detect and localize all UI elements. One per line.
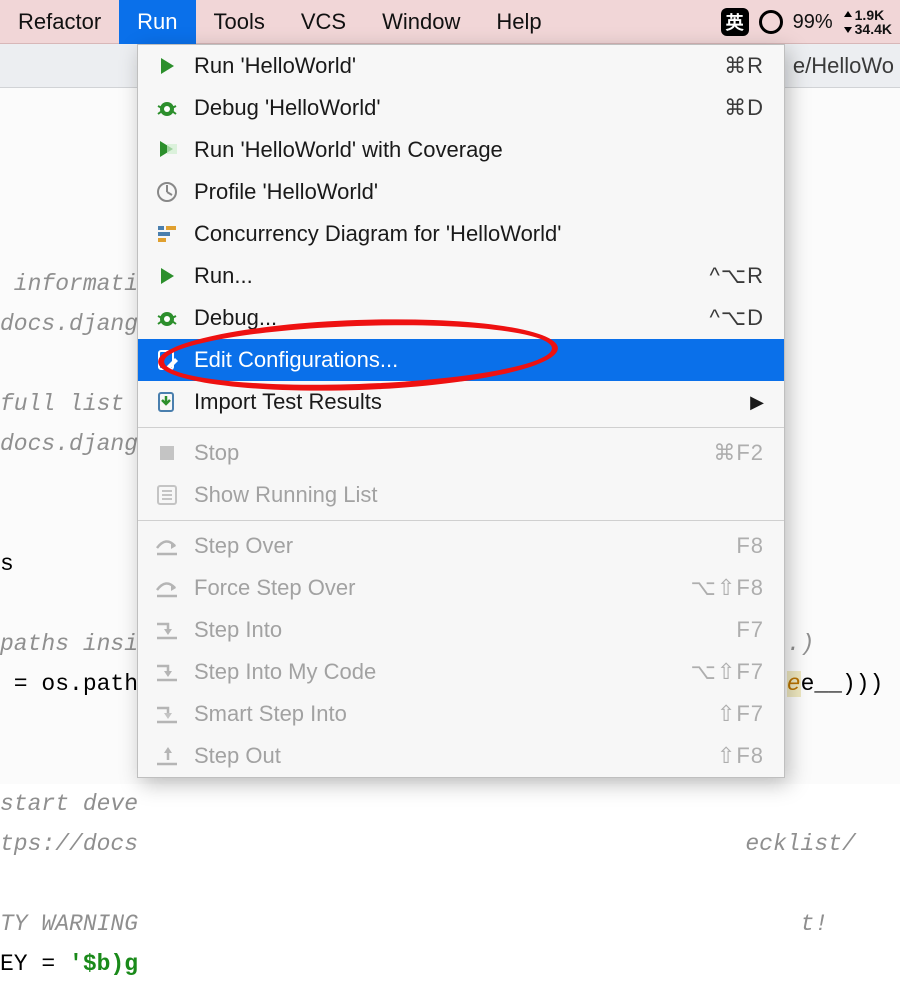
play-icon — [152, 261, 182, 291]
menu-shortcut: ⇧F8 — [717, 743, 764, 769]
editor-text: TY WARNING — [0, 911, 138, 937]
menu-item-run-helloworld-with-coverage[interactable]: Run 'HelloWorld' with Coverage — [138, 129, 784, 171]
menu-item-concurrency-diagram-for-helloworld[interactable]: Concurrency Diagram for 'HelloWorld' — [138, 213, 784, 255]
menu-item-label: Concurrency Diagram for 'HelloWorld' — [194, 221, 764, 247]
play-icon — [152, 51, 182, 81]
menu-shortcut: ^⌥D — [709, 305, 764, 331]
menu-item-label: Run 'HelloWorld' — [194, 53, 724, 79]
menu-shortcut: ⌘F2 — [713, 440, 764, 466]
menu-item-label: Debug 'HelloWorld' — [194, 95, 724, 121]
menu-item-step-into: Step IntoF7 — [138, 609, 784, 651]
editor-text: e__))) — [801, 671, 884, 697]
menu-item-label: Force Step Over — [194, 575, 691, 601]
editor-text: = os.path — [0, 671, 138, 697]
menu-item-force-step-over: Force Step Over⌥⇧F8 — [138, 567, 784, 609]
menu-item-label: Debug... — [194, 305, 709, 331]
editor-text: start deve — [0, 791, 138, 817]
submenu-arrow-icon: ▶ — [750, 392, 764, 413]
menu-separator — [138, 520, 784, 521]
menu-shortcut: ⌥⇧F7 — [691, 659, 764, 685]
editor-text: docs.djang — [0, 311, 138, 337]
menubar-item-vcs[interactable]: VCS — [283, 0, 364, 44]
bug-icon — [152, 303, 182, 333]
menu-item-label: Run... — [194, 263, 709, 289]
menu-item-label: Profile 'HelloWorld' — [194, 179, 764, 205]
menu-item-label: Step Into — [194, 617, 736, 643]
menu-item-label: Step Out — [194, 743, 717, 769]
menu-separator — [138, 427, 784, 428]
menu-item-profile-helloworld[interactable]: Profile 'HelloWorld' — [138, 171, 784, 213]
menu-shortcut: ^⌥R — [709, 263, 764, 289]
menubar-item-refactor[interactable]: Refactor — [0, 0, 119, 44]
menu-item-step-out: Step Out⇧F8 — [138, 735, 784, 777]
menubar-status: 英 99% 1.9K 34.4K — [721, 0, 892, 44]
import-icon — [152, 387, 182, 417]
stepinto-icon — [152, 657, 182, 687]
stepout-icon — [152, 741, 182, 771]
network-rates: 1.9K 34.4K — [843, 8, 892, 36]
run-menu-dropdown: Run 'HelloWorld'⌘RDebug 'HelloWorld'⌘DRu… — [137, 44, 785, 778]
menu-item-label: Smart Step Into — [194, 701, 717, 727]
smartstep-icon — [152, 699, 182, 729]
menu-shortcut: F8 — [736, 533, 764, 559]
menu-item-label: Step Over — [194, 533, 736, 559]
ime-icon[interactable]: 英 — [721, 8, 749, 36]
menu-item-edit-configurations[interactable]: Edit Configurations... — [138, 339, 784, 381]
editor-text: full list — [0, 391, 138, 417]
menu-item-label: Stop — [194, 440, 713, 466]
menu-item-show-running-list: Show Running List — [138, 474, 784, 516]
menu-item-smart-step-into: Smart Step Into⇧F7 — [138, 693, 784, 735]
stepover-icon — [152, 531, 182, 561]
editor-text: paths insi — [0, 631, 138, 657]
menu-item-label: Import Test Results — [194, 389, 750, 415]
battery-percentage: 99% — [793, 11, 833, 34]
menu-item-stop: Stop⌘F2 — [138, 432, 784, 474]
stepinto-icon — [152, 615, 182, 645]
menu-item-label: Step Into My Code — [194, 659, 691, 685]
menu-item-label: Run 'HelloWorld' with Coverage — [194, 137, 764, 163]
stepover-icon — [152, 573, 182, 603]
menu-item-run-helloworld[interactable]: Run 'HelloWorld'⌘R — [138, 45, 784, 87]
menubar-item-run[interactable]: Run — [119, 0, 195, 44]
editor-text: '$b)g — [69, 951, 138, 977]
profile-icon — [152, 177, 182, 207]
menu-item-label: Edit Configurations... — [194, 347, 764, 373]
menu-shortcut: ⌘D — [724, 95, 764, 121]
menubar-item-tools[interactable]: Tools — [196, 0, 283, 44]
editor-text: s — [0, 551, 14, 577]
editor-text: EY = — [0, 951, 69, 977]
menu-shortcut: F7 — [736, 617, 764, 643]
menu-item-debug[interactable]: Debug...^⌥D — [138, 297, 784, 339]
menu-shortcut: ⌥⇧F8 — [691, 575, 764, 601]
stop-icon — [152, 438, 182, 468]
menu-item-debug-helloworld[interactable]: Debug 'HelloWorld'⌘D — [138, 87, 784, 129]
list-icon — [152, 480, 182, 510]
menu-item-label: Show Running List — [194, 482, 764, 508]
breadcrumb-fragment[interactable]: e/HelloWo — [793, 53, 894, 79]
menubar-item-help[interactable]: Help — [478, 0, 559, 44]
editor-text: docs.djang — [0, 431, 138, 457]
menubar-item-window[interactable]: Window — [364, 0, 478, 44]
menu-item-step-over: Step OverF8 — [138, 525, 784, 567]
loading-circle-icon — [759, 10, 783, 34]
editor-text: e — [787, 671, 801, 697]
concurrency-icon — [152, 219, 182, 249]
coverage-icon — [152, 135, 182, 165]
edit-icon — [152, 345, 182, 375]
menu-item-import-test-results[interactable]: Import Test Results▶ — [138, 381, 784, 423]
editor-text: informati — [0, 271, 138, 297]
bug-icon — [152, 93, 182, 123]
menubar: Refactor Run Tools VCS Window Help 英 99%… — [0, 0, 900, 44]
editor-text: t! — [801, 911, 829, 937]
editor-text: tps://docs — [0, 831, 138, 857]
menu-item-run[interactable]: Run...^⌥R — [138, 255, 784, 297]
menu-shortcut: ⌘R — [724, 53, 764, 79]
menu-item-step-into-my-code: Step Into My Code⌥⇧F7 — [138, 651, 784, 693]
menu-shortcut: ⇧F7 — [717, 701, 764, 727]
editor-text: ecklist/ — [745, 831, 855, 857]
